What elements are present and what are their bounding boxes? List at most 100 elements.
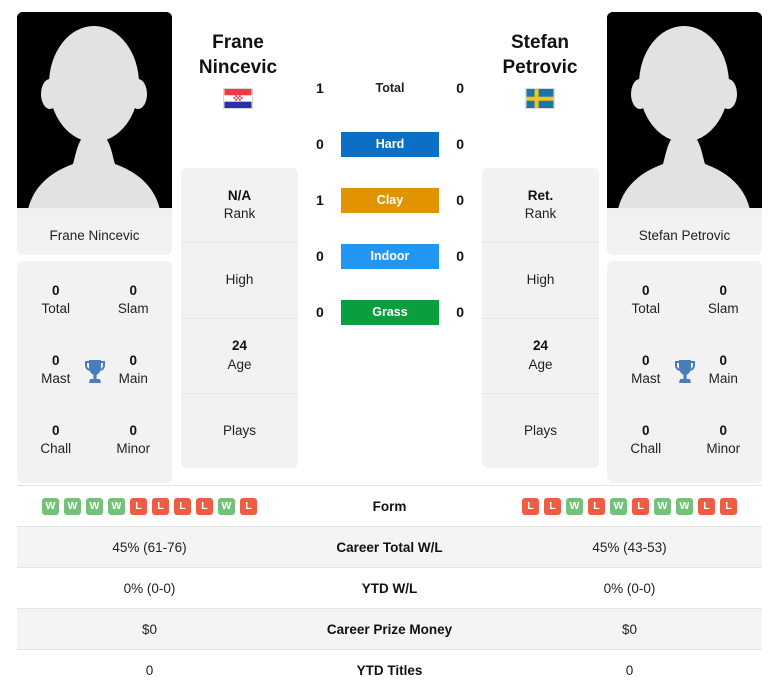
player-silhouette-icon xyxy=(607,12,762,215)
surface-badge-indoor[interactable]: Indoor xyxy=(341,243,439,269)
titles-value: 0 xyxy=(641,282,650,298)
croatia-flag-icon xyxy=(223,88,253,109)
titles-cell: 0 Minor xyxy=(116,422,150,458)
left-value: $0 xyxy=(141,621,158,637)
right-player-titles-card: 0 Total 0 Slam 0 Mast 0 Main 0 Chall 0 M… xyxy=(607,261,762,483)
age-value: 24 xyxy=(231,338,248,354)
rank-label: Rank xyxy=(524,206,557,222)
right-value: 0 xyxy=(625,662,634,678)
form-badge-win: W xyxy=(218,497,235,515)
titles-cell: 0 Chall xyxy=(40,422,71,458)
surface-badge-clay[interactable]: Clay xyxy=(341,187,439,213)
titles-value: 0 xyxy=(641,352,650,368)
left-player-heading: Frane Nincevic xyxy=(163,30,313,80)
titles-value: 0 xyxy=(51,352,60,368)
age-label: Age xyxy=(227,356,252,372)
left-value: 0% (0-0) xyxy=(123,580,176,596)
form-badge-win: W xyxy=(654,497,671,515)
form-badge-loss: L xyxy=(130,497,147,515)
surface-row-hard: 0 Hard 0 xyxy=(300,116,480,172)
titles-value: 0 xyxy=(719,282,727,298)
surface-badge-grass[interactable]: Grass xyxy=(341,299,439,325)
left-player-photo xyxy=(17,12,172,215)
left-player-name-panel: Frane Nincevic xyxy=(17,215,172,255)
titles-label: Minor xyxy=(706,441,741,456)
info-row-plays: Plays xyxy=(181,394,298,468)
high-label: High xyxy=(526,272,555,288)
form-badge-loss: L xyxy=(698,497,715,515)
titles-cell: 0 Main xyxy=(709,352,738,388)
info-row-rank: Ret. Rank xyxy=(482,168,599,244)
titles-cell: 0 Mast xyxy=(41,352,70,388)
sweden-flag-icon xyxy=(525,88,555,109)
player-silhouette-icon xyxy=(17,12,172,215)
surface-scores: 1 Total 0 0 Hard 0 1 Clay 0 0 Indoor 0 0 xyxy=(300,60,480,340)
info-row-high: High xyxy=(482,243,599,319)
surface-right-score: 0 xyxy=(456,304,464,320)
right-value: 0% (0-0) xyxy=(603,580,656,596)
titles-cell: 0 Minor xyxy=(706,422,740,458)
surface-row-grass: 0 Grass 0 xyxy=(300,284,480,340)
surface-row-total: 1 Total 0 xyxy=(300,60,480,116)
table-row-ytd-titles: 0 YTD Titles 0 xyxy=(17,649,762,690)
titles-value: 0 xyxy=(51,422,60,438)
titles-cell: 0 Chall xyxy=(630,422,661,458)
titles-cell: 0 Total xyxy=(41,282,70,318)
titles-label: Total xyxy=(41,301,71,316)
titles-label: Main xyxy=(118,371,148,386)
right-value: 45% (43-53) xyxy=(592,539,667,555)
players-overview: Frane Nincevic 0 Total 0 Slam 0 Mast 0 M… xyxy=(0,0,779,483)
surface-label: Total xyxy=(375,81,405,95)
comparison-table: WWWWLLLLWL Form LLWLWLWWLL 45% (61-76) C… xyxy=(17,485,762,690)
left-player-info-card: N/A Rank High 24 Age Plays xyxy=(181,168,298,468)
surface-left-score: 1 xyxy=(316,192,324,208)
titles-label: Slam xyxy=(117,301,149,316)
rank-label: Rank xyxy=(223,206,256,222)
row-label: Form xyxy=(372,498,407,514)
titles-value: 0 xyxy=(129,352,137,368)
form-badge-win: W xyxy=(610,497,627,515)
right-player-first-name: Stefan xyxy=(510,32,570,53)
right-player-column: Stefan Petrovic 0 Total 0 Slam 0 Mast 0 … xyxy=(607,12,762,483)
surface-badge-hard[interactable]: Hard xyxy=(341,131,439,157)
form-badge-loss: L xyxy=(196,497,213,515)
titles-cell: 0 Total xyxy=(631,282,660,318)
right-value: $0 xyxy=(621,621,638,637)
right-player-photo xyxy=(607,12,762,215)
form-badge-win: W xyxy=(64,497,81,515)
titles-cell: 0 Slam xyxy=(118,282,149,318)
trophy-icon xyxy=(84,360,105,383)
left-value: 45% (61-76) xyxy=(112,539,187,555)
titles-cell: 0 Mast xyxy=(631,352,660,388)
form-badge-win: W xyxy=(566,497,583,515)
surface-right-score: 0 xyxy=(456,192,464,208)
surface-left-score: 0 xyxy=(316,136,324,152)
surface-right-score: 0 xyxy=(456,136,464,152)
surface-row-clay: 1 Clay 0 xyxy=(300,172,480,228)
table-row-ytd-wl: 0% (0-0) YTD W/L 0% (0-0) xyxy=(17,567,762,608)
form-badge-loss: L xyxy=(152,497,169,515)
form-badge-win: W xyxy=(42,497,59,515)
right-player-last-name: Petrovic xyxy=(502,57,578,79)
form-badge-win: W xyxy=(108,497,125,515)
age-label: Age xyxy=(528,356,553,372)
titles-cell: 0 Main xyxy=(119,352,148,388)
form-badge-loss: L xyxy=(588,497,605,515)
form-badge-loss: L xyxy=(174,497,191,515)
right-form-badges: LLWLWLWWLL xyxy=(497,497,762,515)
row-label: Career Total W/L xyxy=(336,539,443,555)
info-row-high: High xyxy=(181,243,298,319)
titles-label: Mast xyxy=(631,371,661,386)
right-player-heading: Stefan Petrovic xyxy=(465,30,615,80)
titles-value: 0 xyxy=(641,422,650,438)
surface-left-score: 0 xyxy=(316,248,324,264)
left-value: 0 xyxy=(145,662,154,678)
trophy-icon xyxy=(674,360,695,383)
form-badge-win: W xyxy=(676,497,693,515)
titles-cell: 0 Slam xyxy=(708,282,739,318)
table-row-career-wl: 45% (61-76) Career Total W/L 45% (43-53) xyxy=(17,526,762,567)
row-label: YTD Titles xyxy=(356,662,423,678)
titles-value: 0 xyxy=(51,282,60,298)
info-row-rank: N/A Rank xyxy=(181,168,298,244)
titles-label: Minor xyxy=(116,441,151,456)
